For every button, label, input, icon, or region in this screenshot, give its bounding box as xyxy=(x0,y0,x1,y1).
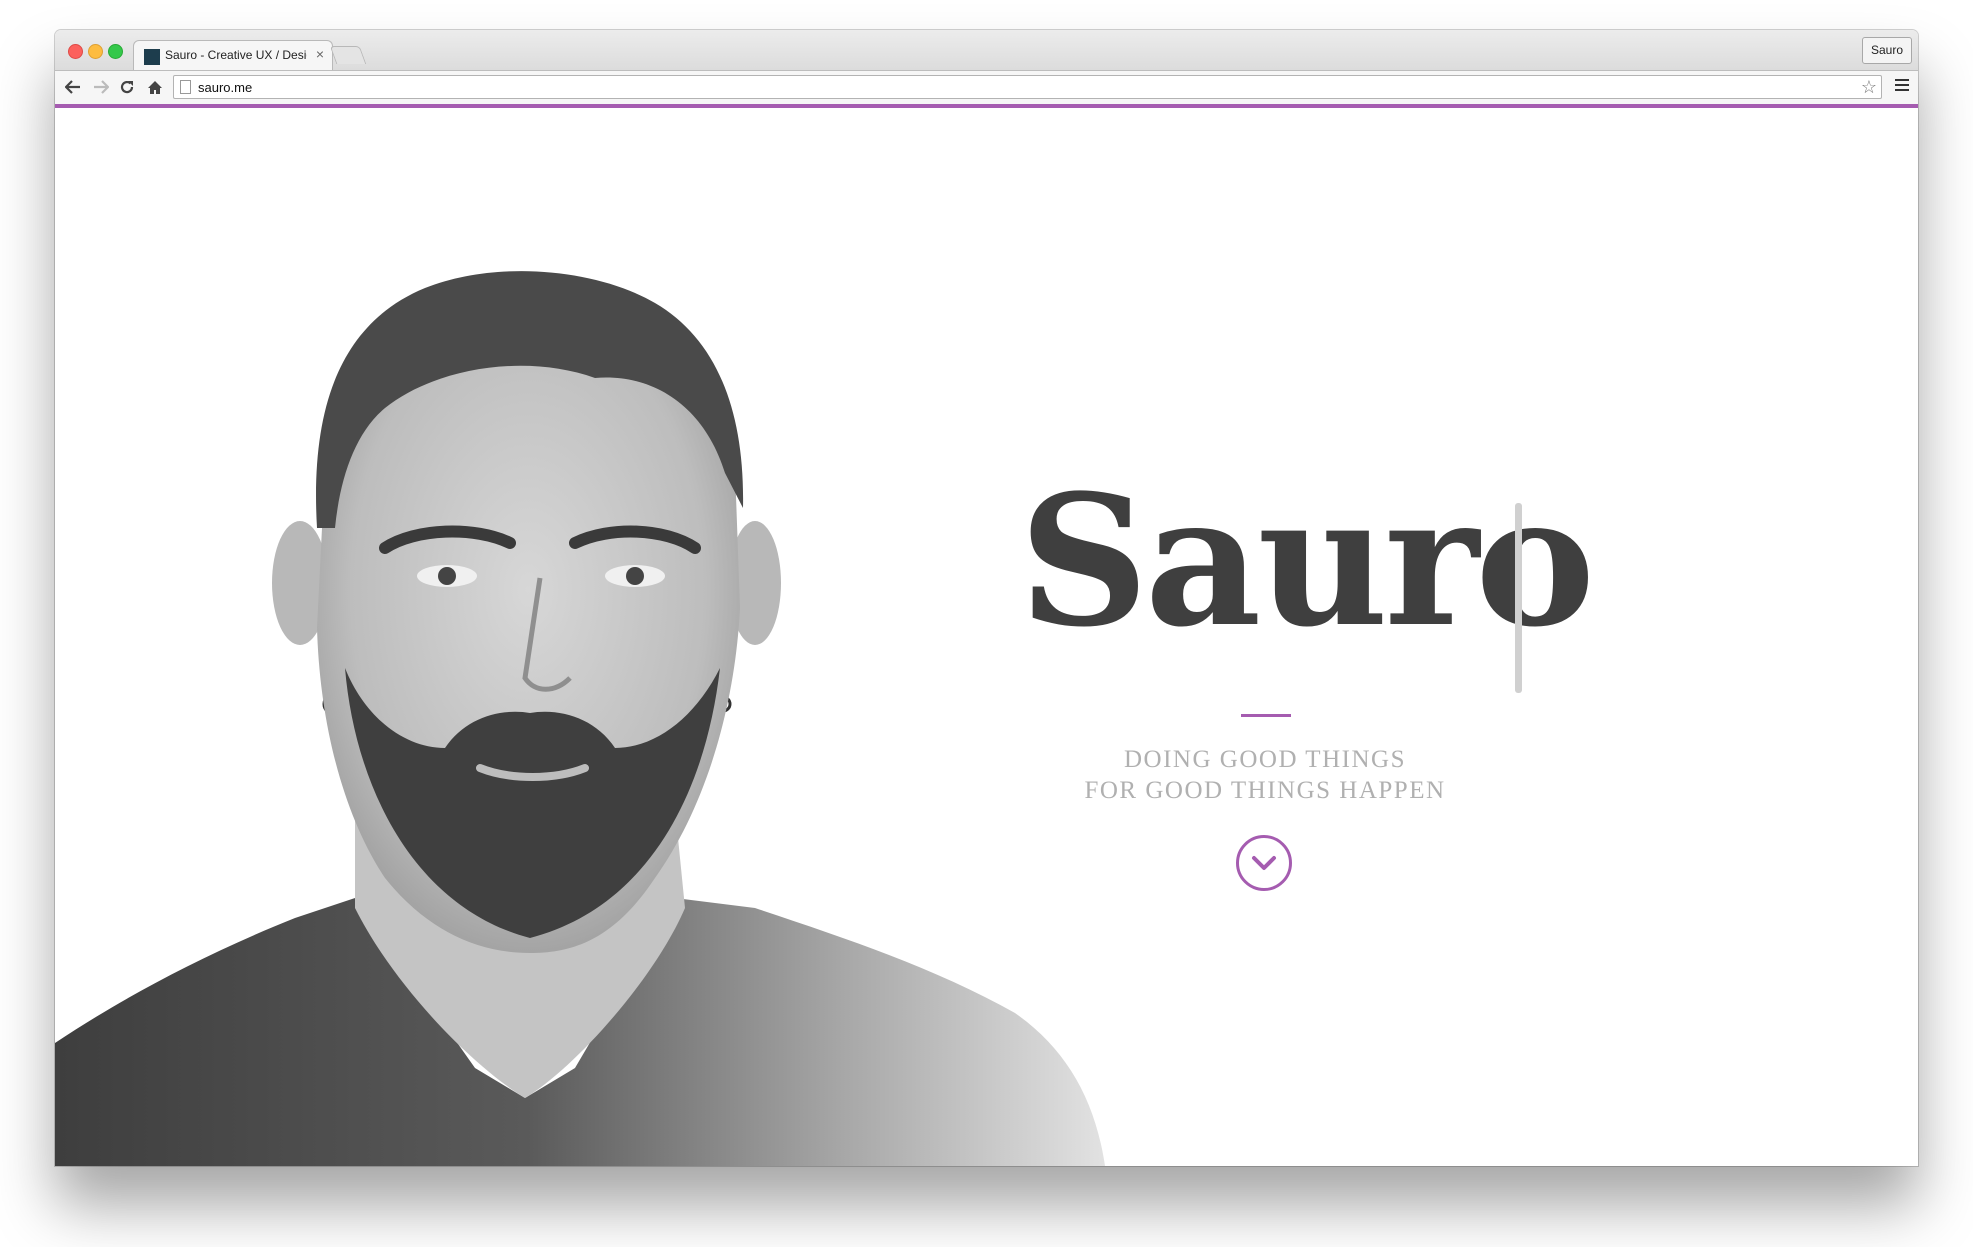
hero-title: Sauro xyxy=(1018,456,1595,667)
back-icon[interactable] xyxy=(63,77,83,97)
address-bar[interactable]: sauro.me ☆ xyxy=(173,75,1882,99)
profile-button[interactable]: Sauro xyxy=(1861,37,1912,64)
page-content: Sauro DOING GOOD THINGS FOR GOOD THINGS … xyxy=(55,108,1918,1166)
browser-toolbar: sauro.me ☆ xyxy=(55,70,1918,105)
window-close-button[interactable] xyxy=(68,44,83,59)
reload-icon[interactable] xyxy=(117,77,137,97)
accent-divider xyxy=(1241,714,1291,717)
text-cursor-caret xyxy=(1515,503,1522,693)
menu-icon[interactable] xyxy=(1895,79,1909,94)
chevron-down-icon xyxy=(1252,856,1276,870)
tab-title: Sauro - Creative UX / Designer xyxy=(165,48,307,62)
bookmark-star-icon[interactable]: ☆ xyxy=(1861,76,1877,98)
home-icon[interactable] xyxy=(145,77,165,97)
portrait-photo xyxy=(55,271,1105,1166)
window-maximize-button[interactable] xyxy=(108,44,123,59)
hero-tagline: DOING GOOD THINGS FOR GOOD THINGS HAPPEN xyxy=(1055,744,1475,806)
page-icon xyxy=(180,80,191,94)
tab-close-icon[interactable]: × xyxy=(316,46,324,62)
tab-strip: Sauro - Creative UX / Designer × Sauro xyxy=(55,30,1918,70)
forward-icon[interactable] xyxy=(91,77,111,97)
tagline-line-2: FOR GOOD THINGS HAPPEN xyxy=(1084,777,1446,804)
browser-window: Sauro - Creative UX / Designer × Sauro s… xyxy=(55,30,1918,1166)
favicon-icon xyxy=(144,49,160,65)
tagline-line-1: DOING GOOD THINGS xyxy=(1124,746,1406,773)
window-minimize-button[interactable] xyxy=(88,44,103,59)
scroll-down-button[interactable] xyxy=(1236,835,1292,891)
browser-tab-active[interactable]: Sauro - Creative UX / Designer × xyxy=(133,40,333,70)
new-tab-button[interactable] xyxy=(329,46,367,64)
url-text[interactable]: sauro.me xyxy=(198,80,252,95)
